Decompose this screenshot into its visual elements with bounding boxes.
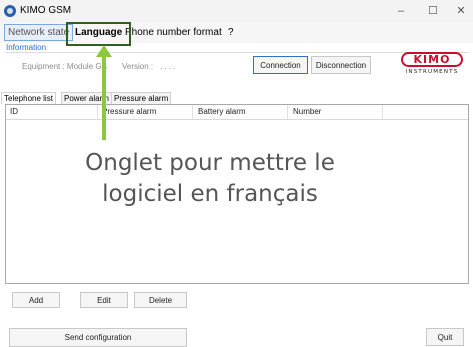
version-label: Version : <box>122 62 154 71</box>
title-bar: KIMO GSM – ☐ ✕ <box>0 0 473 23</box>
tab-pressure-alarm[interactable]: Pressure alarm <box>111 92 172 104</box>
information-group-label: Information <box>6 43 47 52</box>
column-separator <box>192 105 193 120</box>
menu-phone-number-format[interactable]: Phone number format <box>125 27 222 38</box>
annotation-line-1: Onglet pour mettre le <box>85 150 335 176</box>
arrow-shaft <box>102 55 106 140</box>
minimize-button[interactable]: – <box>386 2 416 20</box>
close-button[interactable]: ✕ <box>446 2 473 20</box>
delete-button[interactable]: Delete <box>134 292 187 308</box>
annotation-line-2: logiciel en français <box>102 181 318 207</box>
menu-network-state[interactable]: Network state <box>4 24 74 41</box>
column-pressure-alarm[interactable]: Pressure alarm <box>102 107 156 116</box>
column-battery-alarm[interactable]: Battery alarm <box>198 107 246 116</box>
logo-name: KIMO <box>401 52 463 67</box>
column-number[interactable]: Number <box>293 107 321 116</box>
annotation-text: Onglet pour mettre le logiciel en frança… <box>40 148 380 210</box>
column-separator <box>287 105 288 120</box>
window-title: KIMO GSM <box>20 5 72 16</box>
tab-telephone-list[interactable]: Telephone list <box>1 92 56 104</box>
table-header: ID Pressure alarm Battery alarm Number <box>6 105 468 120</box>
edit-button[interactable]: Edit <box>80 292 128 308</box>
quit-button[interactable]: Quit <box>426 328 464 346</box>
menu-help[interactable]: ? <box>228 27 234 38</box>
connection-button[interactable]: Connection <box>253 56 308 74</box>
column-separator <box>97 105 98 120</box>
maximize-button[interactable]: ☐ <box>418 2 448 20</box>
send-configuration-button[interactable]: Send configuration <box>9 328 187 347</box>
add-button[interactable]: Add <box>12 292 60 308</box>
disconnection-button[interactable]: Disconnection <box>311 56 371 74</box>
column-separator <box>382 105 383 120</box>
version-value: . . . . <box>160 62 176 71</box>
column-id[interactable]: ID <box>10 107 18 116</box>
logo-subtitle: INSTRUMENTS <box>405 69 459 75</box>
equipment-label: Equipment : Module GS <box>22 62 107 71</box>
kimo-logo: KIMO INSTRUMENTS <box>397 52 467 78</box>
language-highlight-box <box>66 22 131 46</box>
app-icon <box>4 5 16 17</box>
